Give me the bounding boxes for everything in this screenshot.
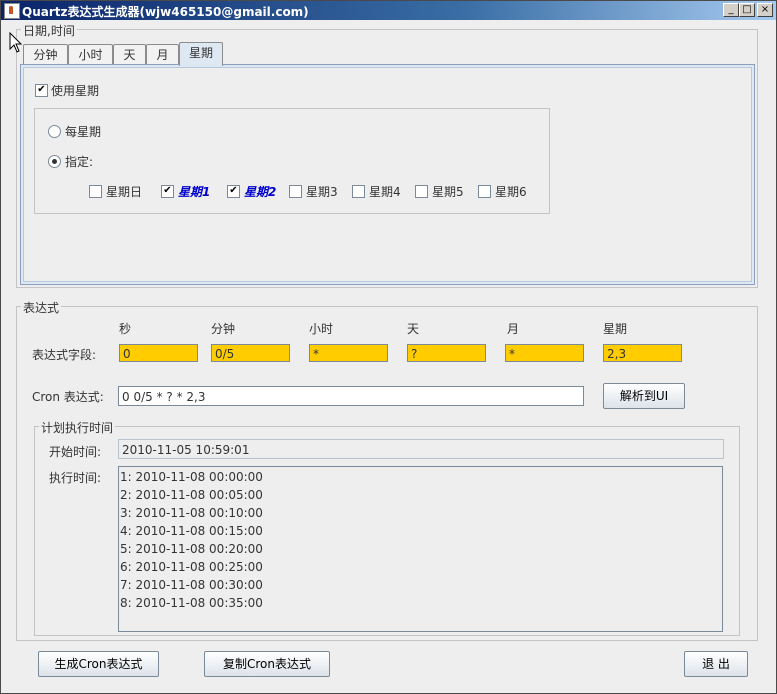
- use-week-label: 使用星期: [51, 84, 100, 98]
- weekday-label-4: 星期4: [369, 185, 401, 199]
- weekday-label-1: 星期1: [178, 185, 211, 199]
- weekday-label-sun: 星期日: [106, 185, 143, 199]
- use-week-checkbox[interactable]: [35, 84, 48, 97]
- exec-time-row: 8: 2010-11-08 00:35:00: [120, 596, 263, 610]
- tab-hour[interactable]: 小时: [68, 44, 113, 65]
- schedule-group-title: 计划执行时间: [39, 419, 116, 436]
- specify-radio[interactable]: [48, 155, 61, 168]
- exec-time-label: 执行时间:: [49, 471, 102, 485]
- mouse-cursor-icon: [9, 32, 23, 53]
- weekday-checkbox-sun[interactable]: [89, 185, 102, 198]
- tab-day[interactable]: 天: [113, 44, 146, 65]
- parse-to-ui-button[interactable]: 解析到UI: [603, 383, 685, 409]
- col-header-hour: 小时: [309, 322, 334, 336]
- tab-week[interactable]: 星期: [179, 42, 223, 66]
- col-header-second: 秒: [119, 322, 132, 336]
- maximize-button[interactable]: □: [739, 3, 755, 17]
- exit-button[interactable]: 退 出: [684, 651, 748, 677]
- weekday-label-5: 星期5: [432, 185, 464, 199]
- exec-time-row: 3: 2010-11-08 00:10:00: [120, 506, 263, 520]
- copy-cron-button[interactable]: 复制Cron表达式: [204, 651, 330, 677]
- exec-time-row: 7: 2010-11-08 00:30:00: [120, 578, 263, 592]
- exec-time-row: 6: 2010-11-08 00:25:00: [120, 560, 263, 574]
- second-field[interactable]: 0: [119, 344, 198, 362]
- every-week-radio[interactable]: [48, 125, 61, 138]
- day-field[interactable]: ?: [407, 344, 486, 362]
- minute-field[interactable]: 0/5: [211, 344, 290, 362]
- weekday-checkbox-6[interactable]: [478, 185, 491, 198]
- exec-times-area[interactable]: 1: 2010-11-08 00:00:00 2: 2010-11-08 00:…: [118, 466, 723, 632]
- datetime-group-title: 日期,时间: [21, 22, 77, 39]
- month-field[interactable]: *: [505, 344, 584, 362]
- week-field[interactable]: 2,3: [603, 344, 682, 362]
- specify-label: 指定:: [65, 155, 94, 169]
- cron-label: Cron 表达式:: [32, 390, 104, 404]
- weekday-label-2: 星期2: [244, 185, 277, 199]
- expression-group-title: 表达式: [21, 299, 62, 316]
- hour-field[interactable]: *: [309, 344, 388, 362]
- weekday-checkbox-3[interactable]: [289, 185, 302, 198]
- weekday-label-3: 星期3: [306, 185, 338, 199]
- exec-time-row: 2: 2010-11-08 00:05:00: [120, 488, 263, 502]
- exec-time-row: 1: 2010-11-08 00:00:00: [120, 470, 263, 484]
- minimize-button[interactable]: _: [723, 3, 739, 17]
- fields-label: 表达式字段:: [32, 348, 97, 362]
- cron-expression-input[interactable]: 0 0/5 * ? * 2,3: [118, 386, 584, 406]
- weekday-checkbox-1[interactable]: [161, 185, 174, 198]
- weekday-checkbox-5[interactable]: [415, 185, 428, 198]
- window-title: Quartz表达式生成器(wjw465150@gmail.com): [22, 5, 309, 19]
- generate-cron-button[interactable]: 生成Cron表达式: [38, 651, 159, 677]
- start-time-field: 2010-11-05 10:59:01: [118, 439, 724, 459]
- col-header-minute: 分钟: [211, 322, 236, 336]
- exec-time-row: 4: 2010-11-08 00:15:00: [120, 524, 263, 538]
- start-time-label: 开始时间:: [49, 445, 102, 459]
- weekday-label-6: 星期6: [495, 185, 527, 199]
- weekday-checkbox-4[interactable]: [352, 185, 365, 198]
- close-button[interactable]: ×: [757, 3, 773, 17]
- col-header-day: 天: [407, 322, 420, 336]
- title-bar[interactable]: Quartz表达式生成器(wjw465150@gmail.com): [1, 1, 776, 20]
- weekday-checkbox-2[interactable]: [227, 185, 240, 198]
- exec-time-row: 5: 2010-11-08 00:20:00: [120, 542, 263, 556]
- java-app-icon: [4, 3, 20, 19]
- every-week-label: 每星期: [65, 125, 102, 139]
- tab-minute[interactable]: 分钟: [23, 44, 68, 65]
- tab-month[interactable]: 月: [146, 44, 179, 65]
- col-header-month: 月: [507, 322, 520, 336]
- col-header-week: 星期: [603, 322, 628, 336]
